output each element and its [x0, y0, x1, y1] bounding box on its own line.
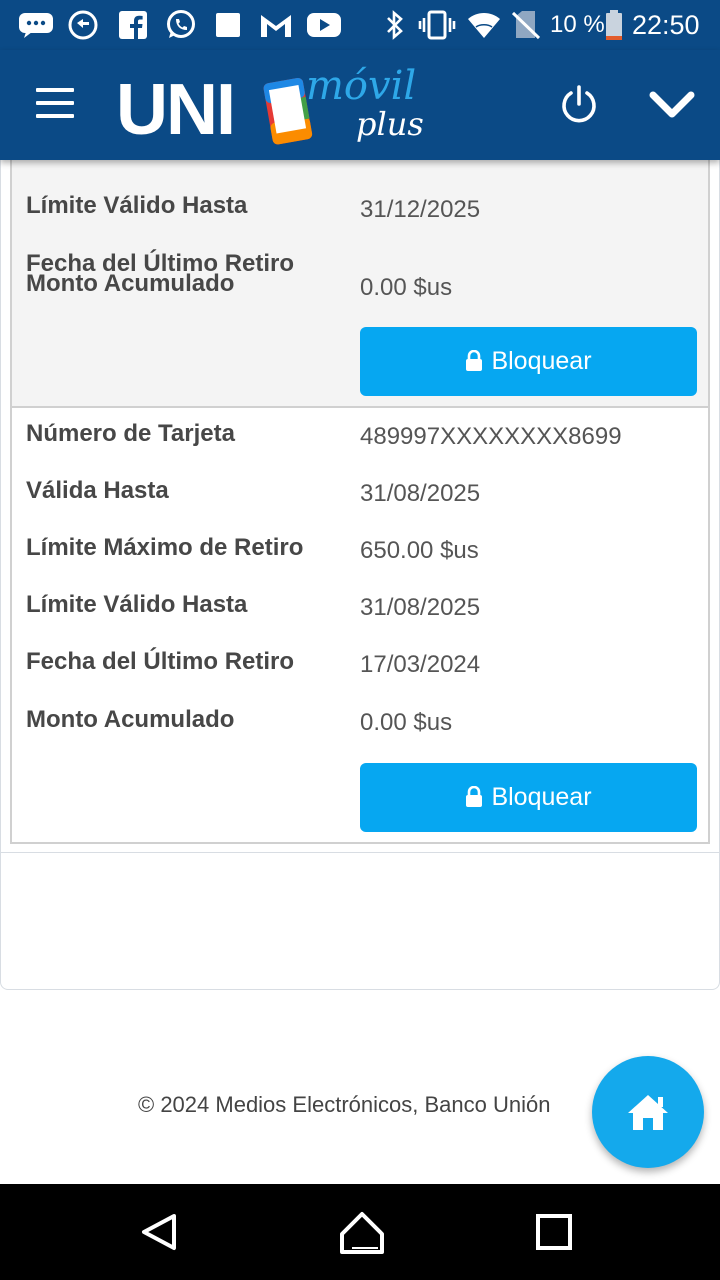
card-2-label-valida-hasta: Válida Hasta: [26, 477, 169, 504]
sync-icon: [66, 10, 100, 40]
status-bar: 10 % 22:50: [0, 0, 720, 50]
battery-icon: [604, 10, 624, 40]
card-1-value-limite-valido: 31/12/2025: [360, 196, 481, 223]
divider: [0, 852, 720, 853]
logo-uni-text: UNI: [116, 70, 236, 150]
card-2-value-numero: 489997XXXXXXXX8699: [360, 423, 622, 450]
square-icon: [214, 10, 242, 40]
battery-percent: 10 %: [550, 11, 605, 38]
chevron-down-icon[interactable]: [648, 84, 696, 126]
card-2-value-fecha-retiro: 17/03/2024: [360, 651, 481, 678]
home-nav-icon[interactable]: [338, 1208, 386, 1256]
card-2-label-monto: Monto Acumulado: [26, 706, 235, 733]
back-icon[interactable]: [136, 1208, 184, 1256]
bloquear-button-1-label: Bloquear: [491, 347, 592, 375]
whatsapp-icon: [164, 10, 198, 40]
home-button[interactable]: [592, 1056, 704, 1168]
card-1-value-monto: 0.00 $us: [360, 274, 453, 301]
menu-icon[interactable]: [36, 88, 76, 120]
card-2-label-fecha-retiro: Fecha del Último Retiro: [26, 648, 295, 675]
card-2-label-limite-valido: Límite Válido Hasta: [26, 591, 248, 618]
card-2-value-limite-maximo: 650.00 $us: [360, 537, 479, 564]
lock-icon: [466, 785, 483, 807]
logo-plus-text: plus: [356, 105, 424, 143]
bloquear-button-2-label: Bloquear: [491, 783, 592, 811]
clock: 22:50: [632, 10, 700, 40]
youtube-icon: [306, 10, 342, 40]
app-header: UNI móvil plus: [0, 50, 720, 160]
card-2-value-limite-valido: 31/08/2025: [360, 594, 481, 621]
recents-icon[interactable]: [530, 1208, 578, 1256]
card-1-label-monto: Monto Acumulado: [26, 270, 235, 297]
vibrate-icon: [418, 10, 456, 40]
logo-movil-text: móvil: [306, 63, 417, 109]
messages-icon: [18, 10, 54, 40]
card-2-label-numero: Número de Tarjeta: [26, 420, 235, 447]
home-icon: [628, 1095, 668, 1130]
card-1-label-limite-valido: Límite Válido Hasta: [26, 192, 248, 219]
system-nav-bar: [0, 1184, 720, 1280]
app-logo: UNI móvil plus: [116, 63, 424, 152]
bloquear-button-1[interactable]: Bloquear: [360, 327, 697, 396]
footer-text: © 2024 Medios Electrónicos, Banco Unión: [138, 1092, 551, 1117]
facebook-icon: [118, 10, 148, 40]
card-2-label-limite-maximo: Límite Máximo de Retiro: [26, 534, 304, 561]
card-2-value-valida-hasta: 31/08/2025: [360, 480, 481, 507]
no-sim-icon: [512, 10, 540, 40]
gmail-icon: [258, 10, 294, 40]
lock-icon: [466, 349, 483, 371]
bloquear-button-2[interactable]: Bloquear: [360, 763, 697, 832]
bluetooth-icon: [384, 10, 406, 40]
wifi-icon: [466, 10, 502, 40]
card-2-value-monto: 0.00 $us: [360, 709, 453, 736]
power-icon[interactable]: [558, 84, 600, 126]
